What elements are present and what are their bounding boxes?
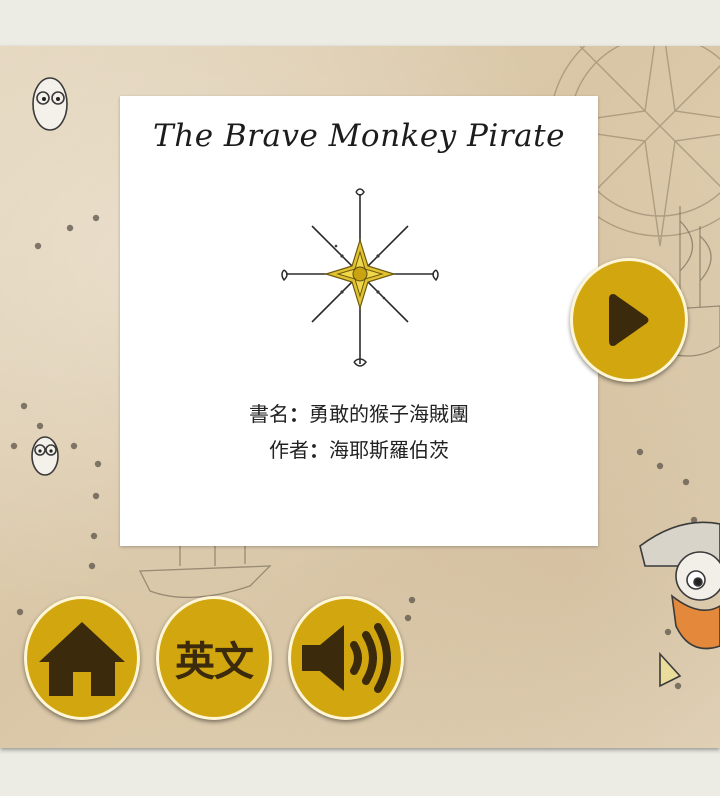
book-name-label: 書名 bbox=[249, 402, 289, 426]
monkey-pirate-icon bbox=[639, 521, 720, 688]
book-name-line: 書名：勇敢的猴子海賊團 bbox=[120, 398, 598, 427]
language-toggle-button[interactable]: 英文 bbox=[156, 596, 272, 720]
book-name-separator: ： bbox=[289, 402, 309, 426]
author-value: 海耶斯羅伯茨 bbox=[329, 438, 449, 462]
author-line: 作者：海耶斯羅伯茨 bbox=[120, 434, 598, 463]
home-icon bbox=[39, 622, 125, 696]
english-title: The Brave Monkey Pirate bbox=[153, 118, 565, 154]
language-label: 英文 bbox=[175, 639, 254, 685]
speaker-icon bbox=[302, 623, 391, 693]
audio-button[interactable] bbox=[288, 596, 404, 720]
owl-sketch-icon bbox=[31, 77, 68, 476]
next-page-button[interactable] bbox=[570, 258, 688, 382]
play-icon bbox=[609, 294, 649, 346]
home-button[interactable] bbox=[24, 596, 140, 720]
compass-rose-icon bbox=[281, 188, 439, 367]
book-name-value: 勇敢的猴子海賊團 bbox=[309, 402, 469, 426]
author-separator: ： bbox=[309, 438, 329, 462]
book-cover-card: The Brave Monkey Pirate 書名：勇敢的猴子海賊團 作者：海… bbox=[120, 96, 598, 546]
author-label: 作者 bbox=[269, 438, 309, 462]
